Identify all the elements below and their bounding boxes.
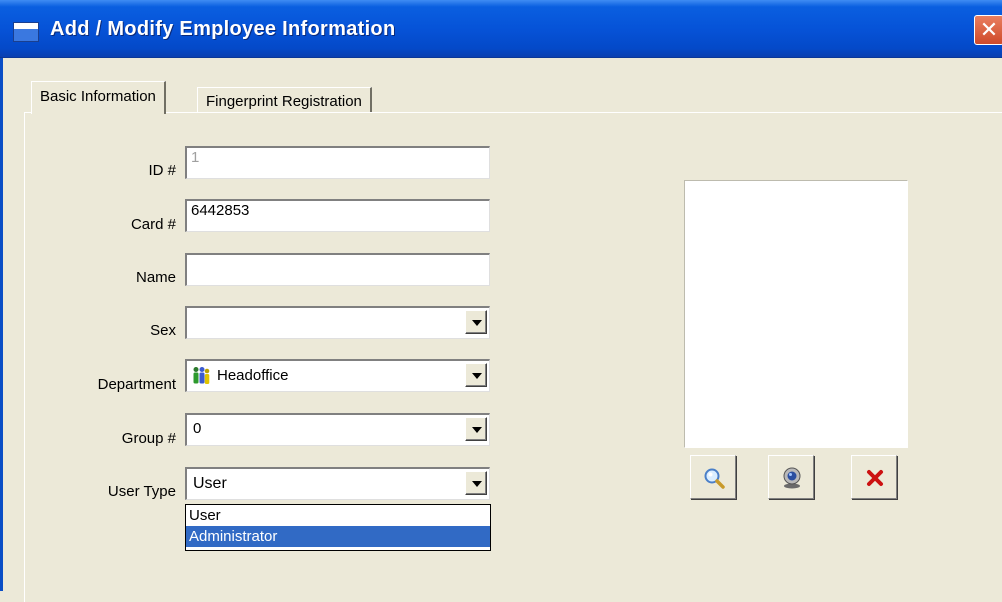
- department-value: Headoffice: [217, 367, 289, 384]
- sex-label: Sex: [150, 322, 176, 339]
- window-border: [0, 58, 3, 591]
- magnifier-icon: [704, 468, 725, 489]
- id-label: ID #: [148, 162, 176, 179]
- close-button[interactable]: ✕: [974, 15, 1002, 45]
- id-value: 1: [191, 149, 200, 166]
- chevron-down-icon[interactable]: [465, 417, 487, 441]
- capture-photo-button[interactable]: [768, 455, 814, 499]
- red-x-icon: [867, 470, 883, 486]
- user-type-dropdown[interactable]: User: [185, 467, 490, 500]
- delete-photo-button[interactable]: [851, 455, 897, 499]
- group-dropdown[interactable]: 0: [185, 413, 490, 446]
- user-type-option-user[interactable]: User: [186, 505, 490, 526]
- card-label: Card #: [130, 216, 176, 233]
- card-field[interactable]: 6442853: [185, 199, 490, 232]
- tab-fingerprint-registration[interactable]: Fingerprint Registration: [197, 87, 372, 115]
- department-dropdown[interactable]: Headoffice: [185, 359, 490, 392]
- chevron-down-icon[interactable]: [465, 310, 487, 334]
- chevron-down-icon[interactable]: [465, 363, 487, 387]
- window-icon: [13, 22, 39, 42]
- group-value: 0: [193, 420, 202, 437]
- photo-preview: [684, 180, 908, 448]
- chevron-down-icon[interactable]: [465, 471, 487, 495]
- user-type-label: User Type: [107, 483, 176, 500]
- id-field[interactable]: 1: [185, 146, 490, 179]
- sex-dropdown[interactable]: [185, 306, 490, 339]
- department-label: Department: [97, 376, 176, 393]
- user-type-option-administrator[interactable]: Administrator: [186, 526, 490, 547]
- group-label: Group #: [121, 430, 176, 447]
- name-field[interactable]: [185, 253, 490, 286]
- window-title: Add / Modify Employee Information: [50, 18, 396, 40]
- user-type-value: User: [193, 475, 227, 492]
- name-label: Name: [135, 269, 176, 286]
- card-value: 6442853: [191, 202, 250, 219]
- user-type-options-list: User Administrator: [185, 504, 491, 551]
- tab-basic-information[interactable]: Basic Information: [31, 81, 166, 114]
- webcam-icon: [783, 467, 801, 489]
- group-people-icon: [193, 367, 210, 384]
- search-photo-button[interactable]: [690, 455, 736, 499]
- title-bar: Add / Modify Employee Information ✕: [0, 0, 1002, 58]
